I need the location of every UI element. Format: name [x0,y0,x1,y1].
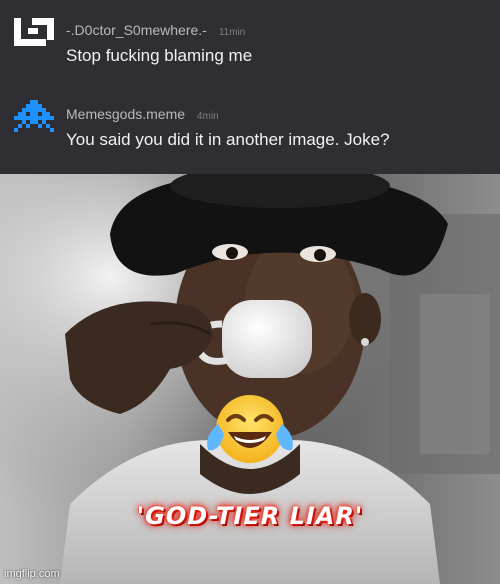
comment-meta: Memesgods.meme 4min [66,106,219,122]
imgflip-watermark: imgflip.com [4,568,60,580]
comment-timestamp: 4min [197,111,219,122]
bracket-logo-icon[interactable] [14,16,54,56]
meme-caption: 'GOD-TIER LIAR' [136,502,364,530]
username-link[interactable]: -.D0ctor_S0mewhere.- [66,22,207,38]
username-link[interactable]: Memesgods.meme [66,106,185,122]
pixel-invader-icon[interactable] [14,100,54,140]
comment-item: -.D0ctor_S0mewhere.- 11min Stop fucking b… [0,4,500,84]
comment-text: You said you did it in another image. Jo… [66,130,390,149]
meme-image: 'GOD-TIER LIAR' imgflip.com [0,174,500,584]
comment-item: Memesgods.meme 4min You said you did it i… [0,92,500,172]
comment-thread: -.D0ctor_S0mewhere.- 11min Stop fucking b… [0,0,500,174]
comment-text: Stop fucking blaming me [66,46,253,65]
comment-meta: -.D0ctor_S0mewhere.- 11min [66,22,245,38]
comment-timestamp: 11min [218,27,246,38]
